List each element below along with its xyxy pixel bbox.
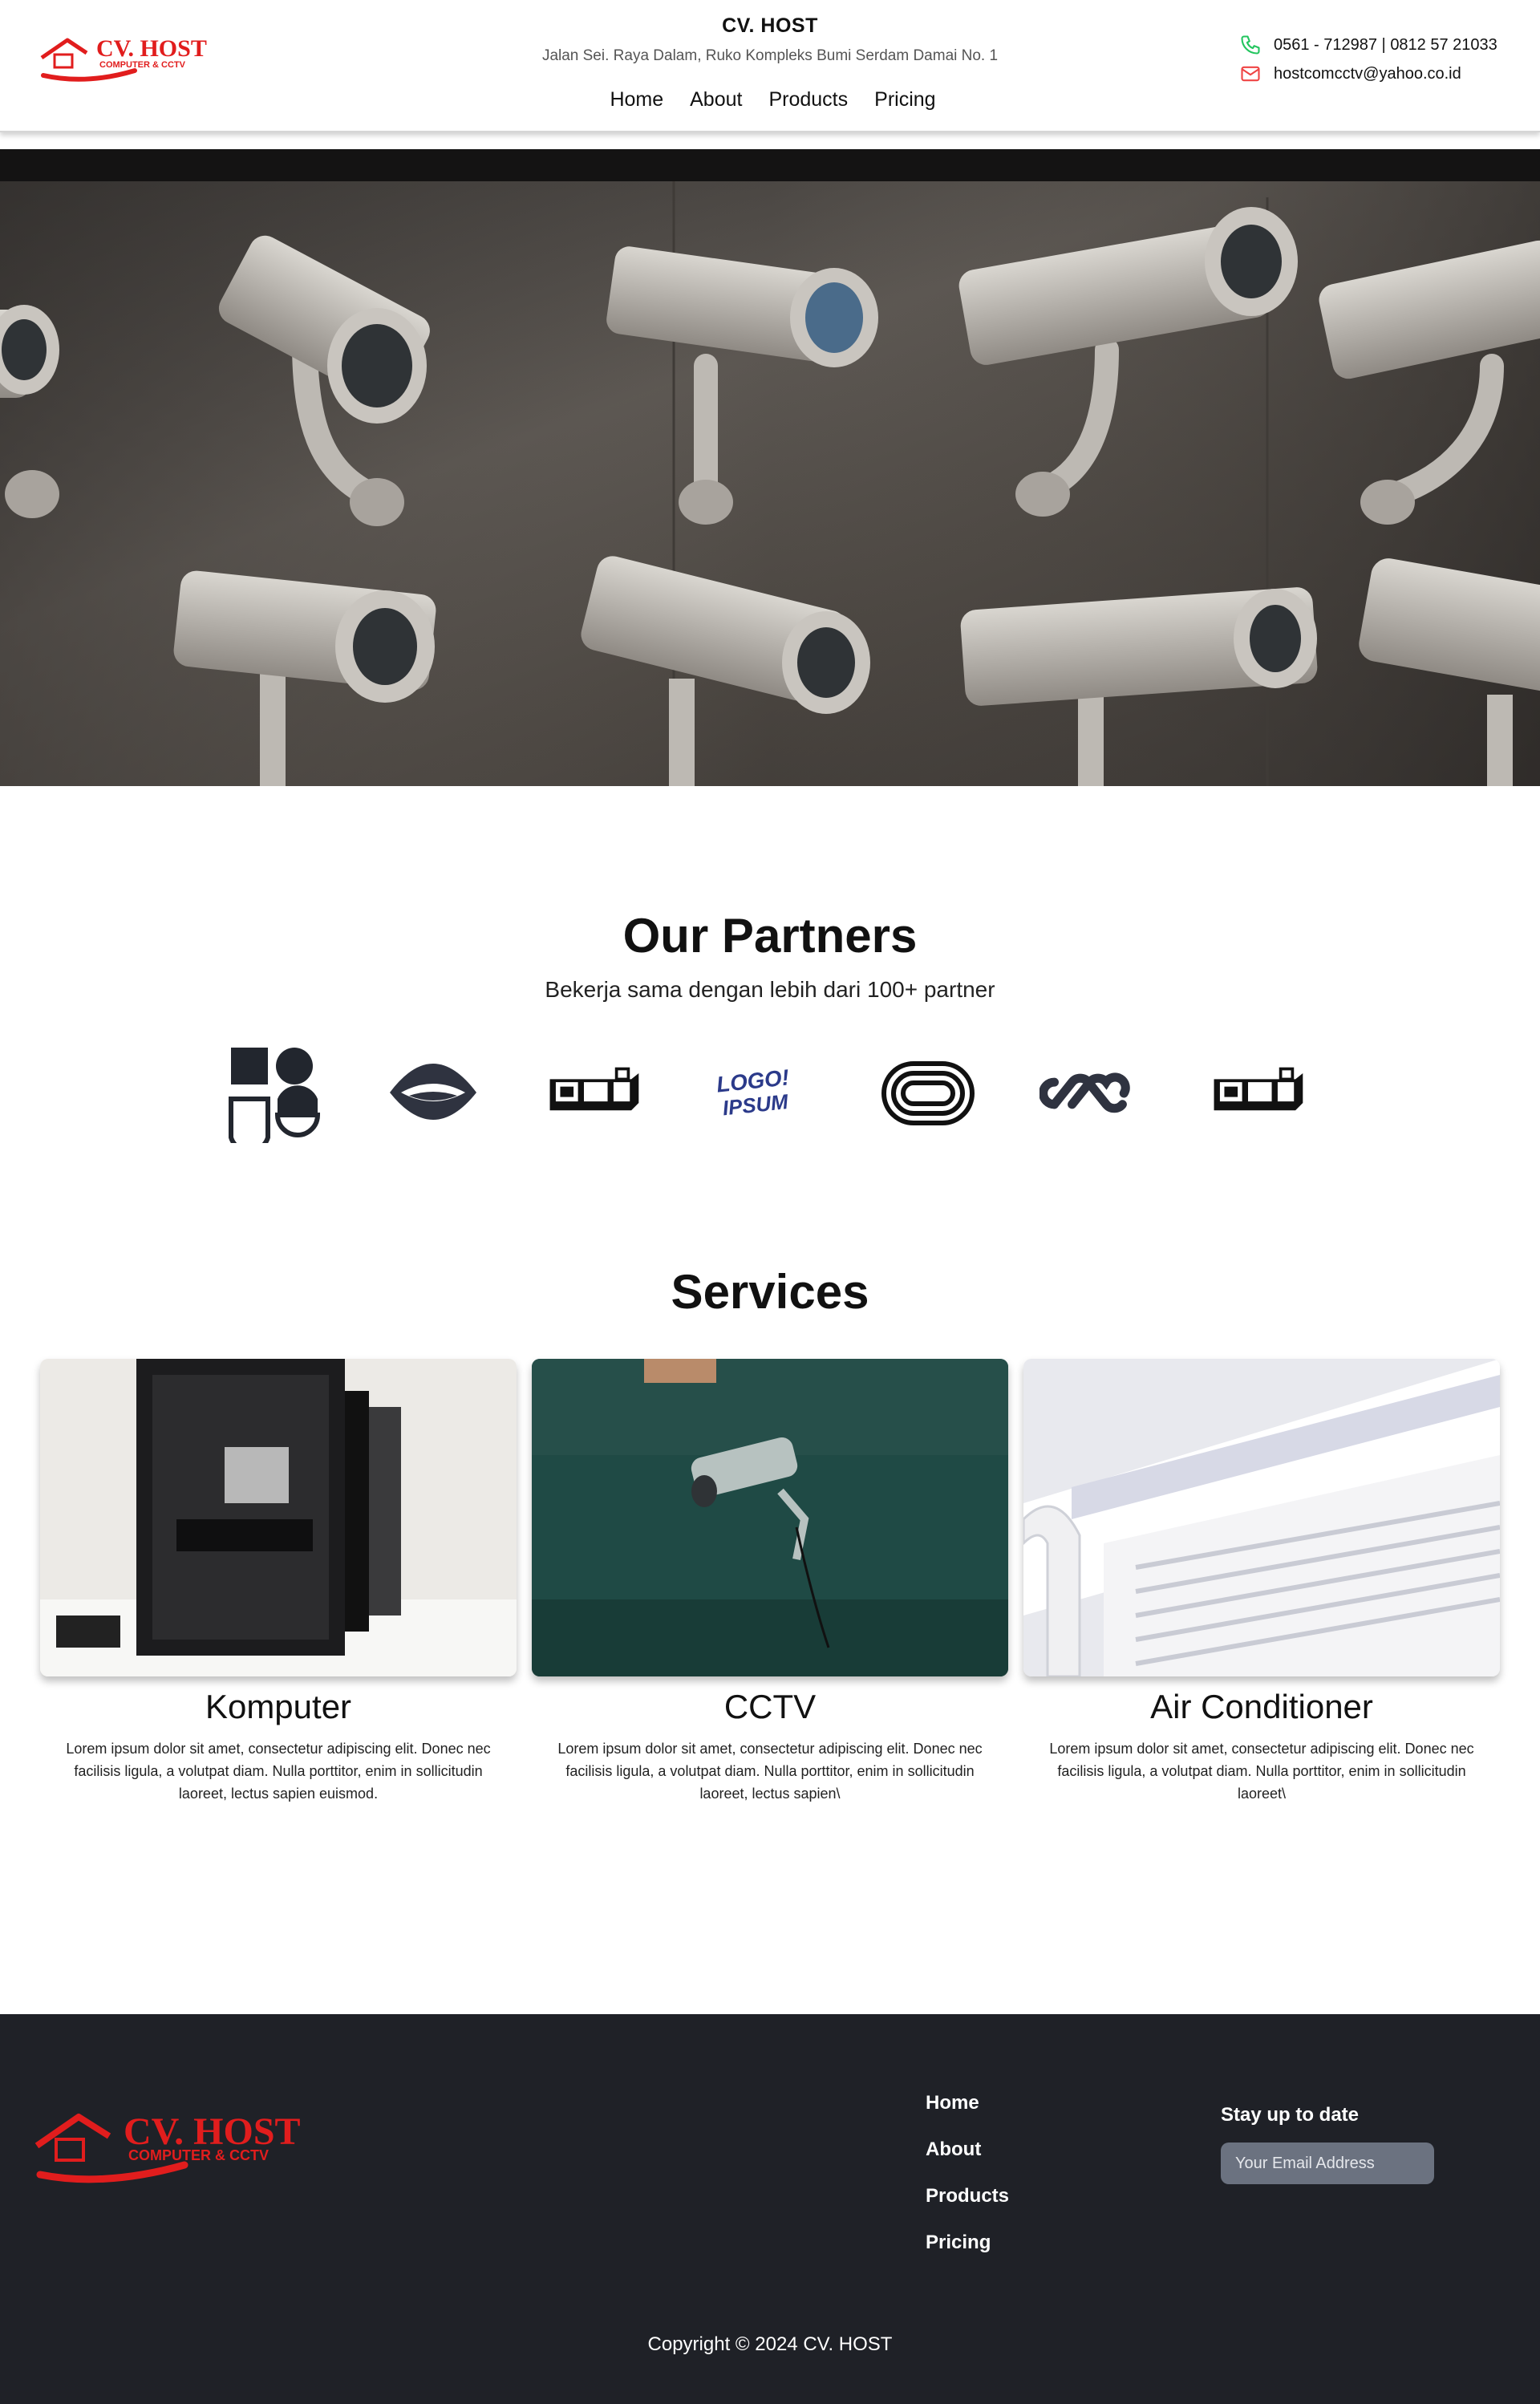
service-card-cctv[interactable]: CCTV Lorem ipsum dolor sit amet, consect… bbox=[532, 1359, 1008, 1805]
footer-nav: Home About Products Pricing bbox=[926, 2080, 1009, 2266]
partner-logo-7 bbox=[1214, 1067, 1303, 1111]
service-card-komputer[interactable]: Komputer Lorem ipsum dolor sit amet, con… bbox=[40, 1359, 517, 1805]
site-footer: CV. HOST COMPUTER & CCTV Home About Prod… bbox=[0, 2014, 1540, 2404]
footer-nav-products[interactable]: Products bbox=[926, 2173, 1009, 2220]
svg-text:COMPUTER & CCTV: COMPUTER & CCTV bbox=[128, 2147, 269, 2163]
nav-home[interactable]: Home bbox=[610, 88, 663, 111]
services-title: Services bbox=[671, 1265, 869, 1319]
partners-subtitle: Bekerja sama dengan lebih dari 100+ part… bbox=[545, 977, 995, 1002]
nav-about[interactable]: About bbox=[690, 88, 742, 111]
partners-title: Our Partners bbox=[622, 909, 918, 963]
hero-image bbox=[0, 149, 1540, 786]
partner-logo-4: LOGO! IPSUM bbox=[715, 1064, 790, 1120]
service-title-air-conditioner: Air Conditioner bbox=[1150, 1688, 1373, 1725]
copyright-text: Copyright © 2024 CV. HOST bbox=[647, 2333, 893, 2355]
service-text-komputer: Lorem ipsum dolor sit amet, consectetur … bbox=[66, 1741, 491, 1802]
computer-image bbox=[40, 1359, 517, 1676]
mail-icon bbox=[1241, 66, 1260, 82]
phone-contact[interactable]: 0561 - 712987 | 0812 57 21033 bbox=[1238, 30, 1497, 59]
email-input-box bbox=[1221, 2143, 1448, 2184]
footer-nav-about[interactable]: About bbox=[926, 2126, 1009, 2173]
footer-nav-home[interactable]: Home bbox=[926, 2080, 1009, 2126]
brand-block: CV. HOST Jalan Sei. Raya Dalam, Ruko Kom… bbox=[449, 14, 1091, 65]
subscribe-title: Stay up to date bbox=[1221, 2104, 1360, 2126]
partner-logo-2 bbox=[390, 1064, 476, 1120]
svg-text:COMPUTER & CCTV: COMPUTER & CCTV bbox=[99, 60, 186, 70]
svg-text:CV. HOST: CV. HOST bbox=[96, 35, 207, 62]
service-card-air-conditioner[interactable]: Air Conditioner Lorem ipsum dolor sit am… bbox=[1023, 1359, 1500, 1805]
site-header: CV. HOST COMPUTER & CCTV CV. HOST Jalan … bbox=[0, 0, 1540, 132]
brand-address: Jalan Sei. Raya Dalam, Ruko Kompleks Bum… bbox=[541, 47, 999, 64]
phone-number: 0561 - 712987 | 0812 57 21033 bbox=[1274, 35, 1497, 54]
newsletter-subscribe: Stay up to date bbox=[1221, 2104, 1448, 2184]
partner-logo-6 bbox=[1040, 1072, 1130, 1113]
email-input[interactable] bbox=[1235, 2154, 1448, 2173]
air-conditioner-image bbox=[1023, 1359, 1500, 1676]
partner-logo-1 bbox=[229, 1048, 321, 1143]
footer-nav-pricing[interactable]: Pricing bbox=[926, 2220, 1009, 2266]
email-address: hostcomcctv@yahoo.co.id bbox=[1274, 64, 1461, 83]
footer-logo[interactable]: CV. HOST COMPUTER & CCTV bbox=[32, 2094, 329, 2191]
service-title-komputer: Komputer bbox=[205, 1688, 352, 1725]
service-text-cctv: Lorem ipsum dolor sit amet, consectetur … bbox=[557, 1741, 983, 1802]
brand-title: CV. HOST bbox=[722, 14, 818, 37]
cctv-cameras-illustration bbox=[0, 149, 1540, 786]
service-text-air-conditioner: Lorem ipsum dolor sit amet, consectetur … bbox=[1049, 1741, 1474, 1802]
company-logo[interactable]: CV. HOST COMPUTER & CCTV bbox=[38, 29, 223, 85]
main-nav: Home About Products Pricing bbox=[0, 88, 1540, 111]
nav-products[interactable]: Products bbox=[768, 88, 848, 111]
cctv-image bbox=[532, 1359, 1008, 1676]
contact-info: 0561 - 712987 | 0812 57 21033 hostcomcct… bbox=[1238, 30, 1497, 88]
nav-pricing[interactable]: Pricing bbox=[874, 88, 935, 111]
partner-logo-5 bbox=[881, 1061, 975, 1125]
partner-logo-3 bbox=[549, 1067, 639, 1111]
phone-icon bbox=[1241, 35, 1260, 55]
service-title-cctv: CCTV bbox=[723, 1688, 817, 1725]
email-contact[interactable]: hostcomcctv@yahoo.co.id bbox=[1238, 59, 1497, 88]
